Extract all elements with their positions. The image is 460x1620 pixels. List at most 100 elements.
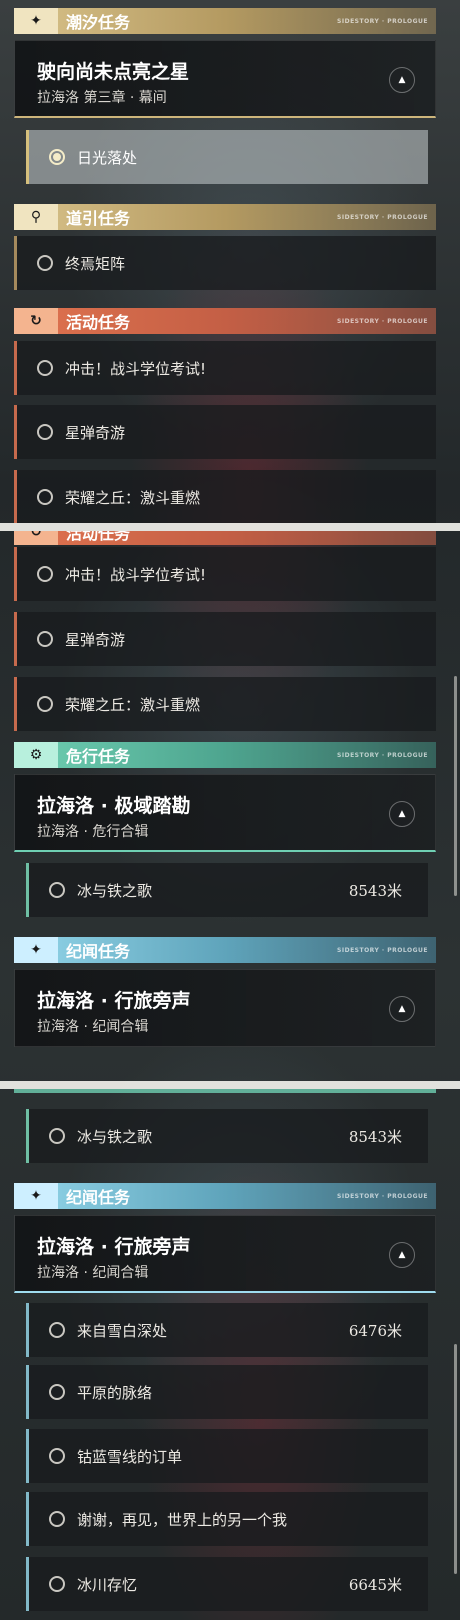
category-peril[interactable]: ⚙ 危行任务 SIDESTORY · PROLOGUE (14, 742, 436, 768)
quest-row[interactable]: 荣耀之丘：激斗重燃 (14, 470, 436, 523)
quest-row[interactable]: 冲击！战斗学位考试! (14, 547, 436, 601)
chapter-card[interactable]: 拉海洛 · 极域踏勘 拉海洛 · 危行合辑 ▲ (14, 774, 436, 852)
collapse-icon[interactable]: ▲ (389, 1242, 415, 1268)
category-tail: SIDESTORY · PROLOGUE (337, 213, 428, 221)
radio-icon (49, 1322, 65, 1338)
chapter-subtitle: 拉海洛 · 危行合辑 (37, 824, 149, 840)
quest-distance: 6645米 (348, 1575, 402, 1594)
radio-selected-icon (49, 149, 65, 165)
quest-label: 荣耀之丘：激斗重燃 (65, 695, 201, 714)
radio-icon (37, 566, 53, 582)
star-icon: ✦ (14, 1183, 58, 1209)
category-tail: SIDESTORY · PROLOGUE (337, 751, 428, 759)
quest-row[interactable]: 冰与铁之歌 8543米 (26, 1109, 428, 1163)
chapter-subtitle: 拉海洛 第三章 · 幕间 (37, 90, 167, 106)
quest-label: 谢谢，再见，世界上的另一个我 (77, 1510, 288, 1529)
quest-row[interactable]: 平原的脉络 (26, 1365, 428, 1419)
quest-label: 荣耀之丘：激斗重燃 (65, 488, 201, 507)
quest-row[interactable]: 星弹奇游 (14, 405, 436, 459)
scrollbar[interactable] (454, 676, 457, 896)
radio-icon (37, 696, 53, 712)
quest-row[interactable]: 钴蓝雪线的订单 (26, 1429, 428, 1483)
quest-label: 平原的脉络 (77, 1383, 153, 1402)
radio-icon (49, 1384, 65, 1400)
radio-icon (37, 631, 53, 647)
radio-icon (37, 489, 53, 505)
radio-icon (37, 360, 53, 376)
refresh-icon: ↻ (14, 531, 58, 545)
radio-icon (49, 1448, 65, 1464)
radio-icon (49, 1128, 65, 1144)
star-icon: ✦ (14, 937, 58, 963)
quest-row[interactable]: 冰川存忆 6645米 (26, 1557, 428, 1611)
quest-row[interactable]: 荣耀之丘：激斗重燃 (14, 677, 436, 731)
scrollbar[interactable] (454, 1344, 457, 1574)
chapter-underline (14, 1089, 436, 1093)
star-icon: ✦ (14, 8, 58, 34)
screenshot-divider (0, 523, 460, 531)
quest-row[interactable]: 星弹奇游 (14, 612, 436, 666)
category-event[interactable]: ↻ 活动任务 SIDESTORY · PROLOGUE (14, 308, 436, 334)
chapter-title: 拉海洛 · 极域踏勘 (37, 795, 191, 817)
quest-label: 冲击！战斗学位考试! (65, 359, 207, 378)
collapse-icon[interactable]: ▲ (389, 67, 415, 93)
chapter-card[interactable]: 拉海洛 · 行旅旁声 拉海洛 · 纪闻合辑 ▲ (14, 1215, 436, 1293)
radio-icon (37, 255, 53, 271)
panel-1: ✦ 潮汐任务 SIDESTORY · PROLOGUE 驶向尚未点亮之星 拉海洛… (0, 0, 460, 523)
quest-row[interactable]: 冰与铁之歌 8543米 (26, 863, 428, 917)
panel-2: ↻ 活动任务 冲击！战斗学位考试! 星弹奇游 荣耀之丘：激斗重燃 ⚙ 危行任务 … (0, 531, 460, 1081)
quest-row[interactable]: 来自雪白深处 6476米 (26, 1303, 428, 1357)
quest-label: 终焉矩阵 (65, 254, 126, 273)
category-label: 危行任务 (66, 747, 131, 766)
location-pin-icon: ⚲ (14, 204, 58, 230)
quest-distance: 8543米 (348, 881, 402, 900)
chapter-subtitle: 拉海洛 · 纪闻合辑 (37, 1019, 149, 1035)
collapse-icon[interactable]: ▲ (389, 801, 415, 827)
chapter-title: 拉海洛 · 行旅旁声 (37, 990, 191, 1012)
quest-label: 冰与铁之歌 (77, 881, 153, 900)
category-tail: SIDESTORY · PROLOGUE (337, 1192, 428, 1200)
quest-label: 星弹奇游 (65, 423, 126, 442)
category-guide[interactable]: ⚲ 道引任务 SIDESTORY · PROLOGUE (14, 204, 436, 230)
quest-label: 来自雪白深处 (77, 1321, 168, 1340)
panel-3: 冰与铁之歌 8543米 ✦ 纪闻任务 SIDESTORY · PROLOGUE … (0, 1089, 460, 1620)
quest-distance: 8543米 (348, 1127, 402, 1146)
gear-icon: ⚙ (14, 742, 58, 768)
category-label: 纪闻任务 (66, 942, 131, 961)
category-label: 活动任务 (66, 531, 131, 543)
category-label: 纪闻任务 (66, 1188, 131, 1207)
category-label: 潮汐任务 (66, 13, 131, 32)
quest-row-active[interactable]: 日光落处 (26, 130, 428, 184)
quest-label: 冲击！战斗学位考试! (65, 565, 207, 584)
quest-label: 日光落处 (77, 148, 138, 167)
chapter-card[interactable]: 拉海洛 · 行旅旁声 拉海洛 · 纪闻合辑 ▲ (14, 969, 436, 1047)
quest-label: 冰与铁之歌 (77, 1127, 153, 1146)
refresh-icon: ↻ (14, 308, 58, 334)
quest-label: 冰川存忆 (77, 1575, 138, 1594)
category-tidal[interactable]: ✦ 潮汐任务 SIDESTORY · PROLOGUE (14, 8, 436, 34)
screenshot-divider (0, 1081, 460, 1089)
radio-icon (37, 424, 53, 440)
category-tail: SIDESTORY · PROLOGUE (337, 946, 428, 954)
quest-row[interactable]: 冲击！战斗学位考试! (14, 341, 436, 395)
category-chronicle[interactable]: ✦ 纪闻任务 SIDESTORY · PROLOGUE (14, 1183, 436, 1209)
quest-label: 星弹奇游 (65, 630, 126, 649)
collapse-icon[interactable]: ▲ (389, 996, 415, 1022)
category-tail: SIDESTORY · PROLOGUE (337, 317, 428, 325)
chapter-card[interactable]: 驶向尚未点亮之星 拉海洛 第三章 · 幕间 ▲ (14, 40, 436, 118)
quest-row[interactable]: 谢谢，再见，世界上的另一个我 (26, 1492, 428, 1546)
chapter-subtitle: 拉海洛 · 纪闻合辑 (37, 1265, 149, 1281)
category-tail: SIDESTORY · PROLOGUE (337, 17, 428, 25)
category-label: 道引任务 (66, 209, 131, 228)
quest-label: 钴蓝雪线的订单 (77, 1447, 183, 1466)
radio-icon (49, 1576, 65, 1592)
radio-icon (49, 882, 65, 898)
radio-icon (49, 1511, 65, 1527)
category-chronicle[interactable]: ✦ 纪闻任务 SIDESTORY · PROLOGUE (14, 937, 436, 963)
category-label: 活动任务 (66, 313, 131, 332)
chapter-title: 驶向尚未点亮之星 (37, 61, 190, 83)
quest-row[interactable]: 终焉矩阵 (14, 236, 436, 290)
chapter-title: 拉海洛 · 行旅旁声 (37, 1236, 191, 1258)
quest-distance: 6476米 (348, 1321, 402, 1340)
category-event-partial[interactable]: ↻ 活动任务 (14, 531, 436, 545)
